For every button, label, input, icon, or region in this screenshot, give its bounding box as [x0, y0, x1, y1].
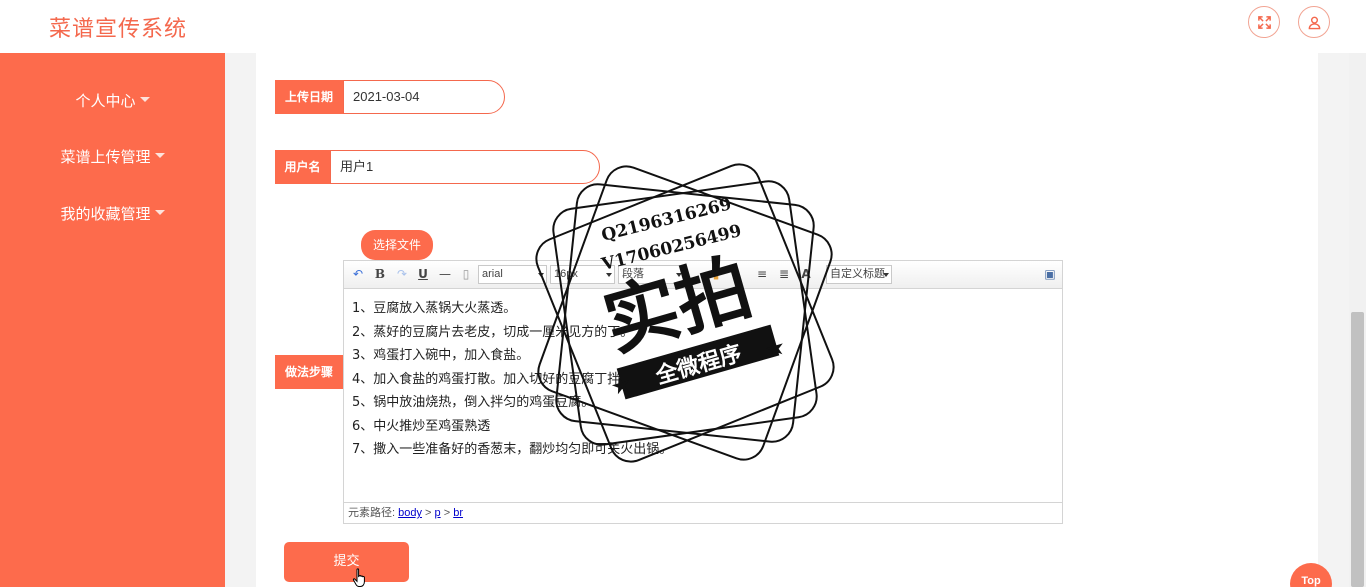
font-color-icon[interactable]: A [798, 266, 814, 282]
user-icon [1308, 16, 1320, 29]
dropdown-arrow-icon [676, 273, 682, 277]
step-line: 4、加入食盐的鸡蛋打散。加入切好的豆腐丁拌匀。 [352, 371, 647, 387]
paste-icon[interactable]: ▯ [458, 266, 474, 282]
font-family-value: arial [482, 268, 503, 280]
step-line: 1、豆腐放入蒸锅大火蒸透。 [352, 301, 517, 316]
element-path-bar: 元素路径: body > p > br [344, 502, 1062, 523]
hand-cursor-icon [352, 568, 365, 587]
highlight-icon[interactable]: ▮ [708, 266, 724, 282]
paragraph-value: 段落 [622, 268, 644, 280]
sidebar-item-personal-center[interactable]: 个人中心 [0, 89, 225, 113]
redo-icon[interactable]: ↷ [394, 266, 410, 282]
path-link-p[interactable]: p [435, 507, 441, 519]
sidebar: 个人中心 菜谱上传管理 我的收藏管理 [0, 53, 225, 587]
rich-text-editor: ↶ B ↷ U — ▯ arial 16px 段落 ▮ ≡ ≣ A 自定义标题 … [343, 260, 1063, 524]
path-prefix: 元素路径: [348, 507, 396, 519]
path-link-body[interactable]: body [398, 507, 422, 519]
page-scrollbar-thumb[interactable] [1351, 312, 1364, 587]
fullscreen-button[interactable] [1248, 6, 1280, 38]
choose-file-button[interactable]: 选择文件 [361, 230, 433, 260]
step-line: 6、中火推炒至鸡蛋熟透 [352, 418, 491, 434]
horizontal-rule-icon[interactable]: — [437, 266, 453, 282]
undo-icon[interactable]: ↶ [350, 266, 366, 282]
align-justify-icon[interactable]: ≡ [754, 266, 770, 282]
align-full-icon[interactable]: ≣ [776, 266, 792, 282]
step-line: 5、锅中放油烧热，倒入拌匀的鸡蛋豆腐。 [352, 395, 595, 410]
bold-icon[interactable]: B [372, 266, 388, 282]
step-line: 2、蒸好的豆腐片去老皮，切成一厘米见方的丁。 [352, 324, 634, 340]
step-line: 7、撒入一些准备好的香葱末，翻炒均匀即可关火出锅。 [352, 442, 673, 457]
submit-button[interactable]: 提交 [284, 542, 409, 582]
sidebar-item-favorites[interactable]: 我的收藏管理 [0, 202, 225, 226]
editor-toolbar: ↶ B ↷ U — ▯ arial 16px 段落 ▮ ≡ ≣ A 自定义标题 … [344, 261, 1062, 289]
upload-date-input[interactable]: 2021-03-04 [343, 80, 505, 114]
caret-down-icon [154, 210, 165, 215]
sidebar-item-recipe-upload[interactable]: 菜谱上传管理 [0, 145, 225, 169]
custom-title-select[interactable]: 自定义标题 [826, 265, 892, 284]
dropdown-arrow-icon [606, 273, 612, 277]
sidebar-item-label: 我的收藏管理 [60, 205, 151, 223]
caret-down-icon [139, 97, 150, 102]
steps-label: 做法步骤 [275, 355, 343, 389]
app-title: 菜谱宣传系统 [49, 17, 188, 42]
caret-down-icon [154, 153, 165, 158]
font-size-select[interactable]: 16px [550, 265, 615, 284]
path-link-br[interactable]: br [453, 507, 463, 519]
dropdown-arrow-icon [538, 273, 544, 277]
dropdown-arrow-icon [883, 273, 889, 277]
underline-icon[interactable]: U [415, 266, 431, 282]
username-input[interactable]: 用户1 [330, 150, 600, 184]
sidebar-item-label: 个人中心 [75, 92, 136, 110]
custom-title-value: 自定义标题 [830, 268, 885, 280]
user-button[interactable] [1298, 6, 1330, 38]
paragraph-select[interactable]: 段落 [618, 265, 685, 284]
upload-date-label: 上传日期 [275, 80, 343, 114]
fullscreen-icon [1257, 15, 1271, 29]
font-size-value: 16px [554, 268, 578, 280]
preview-icon[interactable]: ▣ [1042, 266, 1058, 282]
font-family-select[interactable]: arial [478, 265, 547, 284]
sidebar-item-label: 菜谱上传管理 [60, 148, 151, 166]
username-label: 用户名 [275, 150, 330, 184]
step-line: 3、鸡蛋打入碗中，加入食盐。 [352, 348, 530, 363]
editor-content[interactable]: 1、豆腐放入蒸锅大火蒸透。 2、蒸好的豆腐片去老皮，切成一厘米见方的丁。 3、鸡… [344, 290, 1062, 502]
header-bar: 菜谱宣传系统 [0, 0, 1366, 53]
